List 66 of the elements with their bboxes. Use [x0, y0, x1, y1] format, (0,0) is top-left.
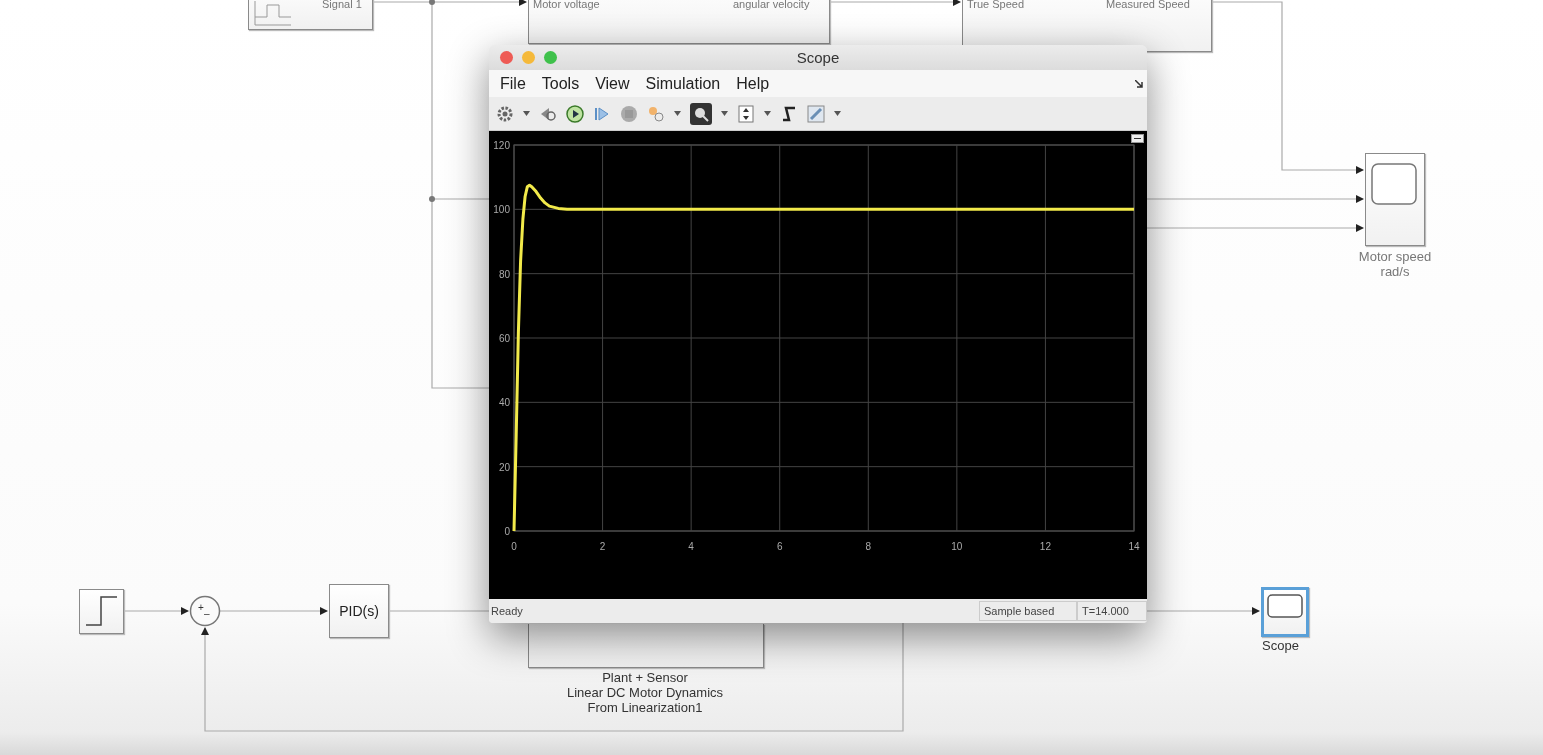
x-tick-label: 6	[776, 541, 783, 552]
y-tick-label: 60	[498, 333, 510, 344]
status-mode: Sample based	[979, 601, 1077, 621]
y-tick-label: 100	[493, 204, 510, 216]
pencil-icon[interactable]	[807, 104, 825, 123]
port-label: angular velocity	[733, 0, 810, 10]
step-icon	[84, 594, 119, 629]
caret-icon[interactable]	[523, 111, 530, 116]
step-block[interactable]	[79, 589, 124, 634]
window-title: Scope	[796, 49, 840, 66]
pid-block[interactable]: PID(s)	[329, 584, 389, 638]
y-tick-label: 120	[493, 140, 510, 151]
scope-block[interactable]	[1261, 587, 1309, 637]
port-label: True Speed	[967, 0, 1025, 10]
menu-item[interactable]: Tools	[534, 72, 587, 95]
block-caption: Motor speed	[1357, 249, 1433, 264]
branch-point	[429, 0, 435, 5]
screen-icon	[1267, 594, 1303, 618]
undock-arrow-icon[interactable]	[1135, 80, 1143, 88]
menu-item[interactable]: View	[588, 72, 637, 95]
y-tick-label: 20	[498, 461, 510, 473]
y-tick-label: 80	[498, 268, 510, 280]
port-label: Measured Speed	[1106, 0, 1190, 10]
trigger-icon[interactable]	[780, 104, 798, 123]
y-tick-label: 40	[498, 397, 510, 409]
step-forward-icon[interactable]	[593, 104, 611, 123]
x-tick-label: 14	[1128, 541, 1140, 552]
caret-icon[interactable]	[721, 111, 728, 116]
x-tick-label: 2	[599, 541, 606, 552]
settings-icon[interactable]	[496, 104, 514, 123]
block-caption: Linear DC Motor Dynamics	[565, 685, 724, 700]
x-tick-label: 12	[1039, 541, 1051, 552]
sum-block[interactable]: +–	[189, 595, 221, 627]
plant-block[interactable]	[528, 624, 764, 668]
block-caption: From Linearization1	[586, 700, 704, 715]
caret-icon[interactable]	[674, 111, 681, 116]
menu-item[interactable]: Simulation	[638, 72, 728, 95]
port-label: Motor voltage	[533, 0, 600, 10]
expand-icon[interactable]	[1131, 134, 1144, 143]
signal-config-icon[interactable]	[647, 104, 665, 123]
block-caption: Scope	[1262, 638, 1299, 653]
menu-item[interactable]: File	[493, 72, 533, 95]
port-label: Signal 1	[322, 0, 362, 10]
close-button[interactable]	[500, 51, 513, 64]
block-caption: Plant + Sensor	[601, 670, 689, 685]
fit-axes-icon[interactable]	[737, 104, 755, 123]
menu-item[interactable]: Help	[729, 72, 777, 95]
scope-block[interactable]	[1365, 153, 1425, 246]
signal-graph-icon	[253, 0, 293, 27]
y-tick-label: 0	[504, 526, 510, 537]
x-tick-label: 10	[951, 541, 963, 552]
sensor-subsystem-block[interactable]	[962, 0, 1212, 52]
caret-icon[interactable]	[834, 111, 841, 116]
zoom-icon[interactable]	[690, 102, 712, 125]
status-text: Ready	[490, 605, 524, 617]
play-icon[interactable]	[566, 104, 584, 123]
status-time: T=14.000	[1077, 601, 1147, 621]
x-tick-label: 8	[865, 541, 872, 552]
caret-icon[interactable]	[764, 111, 771, 116]
branch-point	[429, 196, 435, 202]
x-tick-label: 4	[688, 541, 694, 552]
signal-line	[123, 607, 189, 615]
stop-icon[interactable]	[620, 104, 638, 123]
screen-icon	[1370, 162, 1418, 206]
block-caption: rad/s	[1379, 264, 1411, 279]
x-tick-label: 0	[511, 541, 517, 552]
